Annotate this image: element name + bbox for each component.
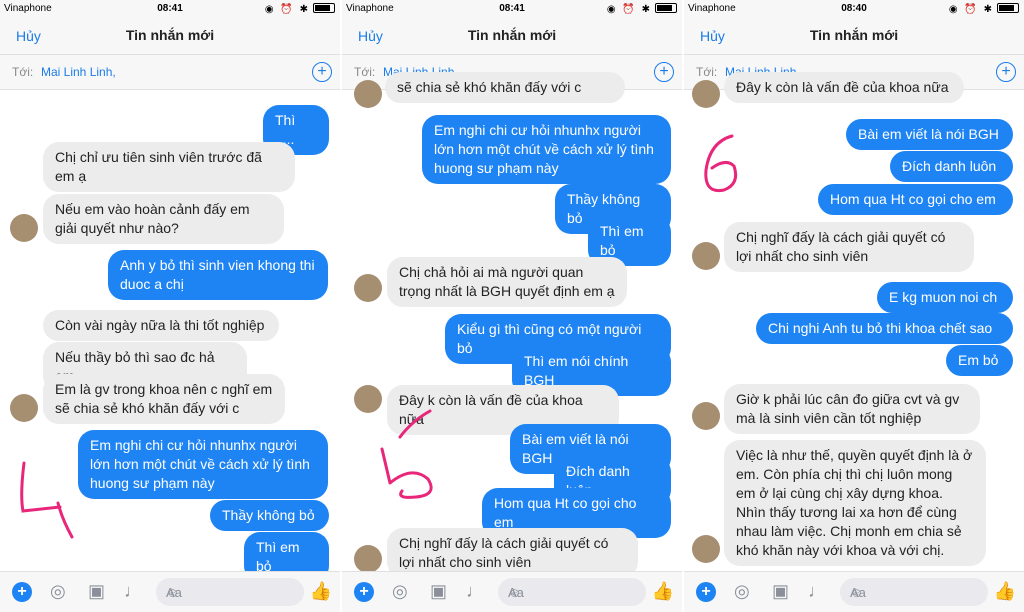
avatar[interactable] — [354, 385, 382, 413]
message-bubble[interactable]: Đích danh luôn — [890, 151, 1013, 182]
photo-icon[interactable]: ▣ — [430, 581, 447, 602]
camera-icon[interactable]: ◎ — [734, 581, 750, 602]
page-title: Tin nhắn mới — [809, 27, 899, 43]
avatar[interactable] — [692, 402, 720, 430]
message-bubble[interactable]: Chị nghĩ đấy là cách giải quyết có lợi n… — [724, 222, 974, 272]
composer-bar: + ◎ ▣ ♩ Aa ☺ 👍 — [684, 571, 1024, 612]
like-icon[interactable]: 👍 — [652, 581, 674, 602]
add-recipient-icon[interactable]: + — [312, 62, 332, 82]
avatar[interactable] — [692, 535, 720, 563]
status-bar: Vinaphone 08:41 ◉ ⏰ ✱ — [0, 0, 340, 18]
recipient-bar: Tới: Mai Linh Linh, + — [0, 55, 340, 90]
avatar[interactable] — [10, 214, 38, 242]
camera-icon[interactable]: ◎ — [50, 581, 66, 602]
message-bubble[interactable]: Việc là như thế, quyền quyết định là ở e… — [724, 440, 986, 566]
message-bubble[interactable]: Giờ k phải lúc cân đo giữa cvt và gv mà … — [724, 384, 980, 434]
page-title: Tin nhắn mới — [467, 27, 557, 43]
message-bubble[interactable]: Anh y bỏ thì sinh vien khong thi duoc a … — [108, 250, 328, 300]
avatar[interactable] — [354, 80, 382, 108]
message-input[interactable]: Aa ☺ — [498, 578, 646, 606]
microphone-icon[interactable]: ♩ — [808, 581, 826, 602]
to-label: Tới: — [12, 65, 34, 79]
message-bubble[interactable]: sẽ chia sẻ khó khăn đấy với c — [385, 72, 625, 103]
emoji-icon[interactable]: ☺ — [850, 585, 982, 600]
avatar[interactable] — [692, 80, 720, 108]
handwritten-number-4 — [20, 461, 74, 539]
to-label: Tới: — [354, 65, 376, 79]
message-bubble[interactable]: Đây k còn là vấn đề của khoa nữa — [724, 72, 964, 103]
composer-bar: + ◎ ▣ ♩ Aa ☺ 👍 — [0, 571, 340, 612]
message-bubble[interactable]: Em bỏ — [946, 345, 1013, 376]
message-bubble[interactable]: Nếu em vào hoàn cảnh đấy em giải quyết n… — [43, 194, 284, 244]
add-recipient-icon[interactable]: + — [996, 62, 1016, 82]
photo-icon[interactable]: ▣ — [772, 581, 789, 602]
avatar[interactable] — [10, 394, 38, 422]
nav-bar: Hủy Tin nhắn mới — [684, 18, 1024, 55]
chat-panel-1: Vinaphone 08:41 ◉ ⏰ ✱ Hủy Tin nhắn mới T… — [0, 0, 340, 612]
message-bubble[interactable]: Em nghi chi cư hỏi nhunhx người lớn hơn … — [78, 430, 328, 499]
microphone-icon[interactable]: ♩ — [124, 581, 142, 602]
like-icon[interactable]: 👍 — [310, 581, 332, 602]
recipient-name[interactable]: Mai Linh Linh, — [41, 65, 116, 79]
nav-bar: Hủy Tin nhắn mới — [342, 18, 682, 55]
message-input[interactable]: Aa ☺ — [840, 578, 988, 606]
emoji-icon[interactable]: ☺ — [508, 585, 640, 600]
message-bubble[interactable]: E kg muon noi ch — [877, 282, 1013, 313]
status-icons: ◉ ⏰ ✱ — [949, 3, 1019, 15]
avatar[interactable] — [354, 274, 382, 302]
composer-bar: + ◎ ▣ ♩ Aa ☺ 👍 — [342, 571, 682, 612]
message-bubble[interactable]: Hom qua Ht co gọi cho em — [818, 184, 1013, 215]
camera-icon[interactable]: ◎ — [392, 581, 408, 602]
battery-icon — [313, 3, 335, 13]
message-bubble[interactable]: Em nghi chi cư hỏi nhunhx người lớn hơn … — [422, 115, 671, 184]
message-bubble[interactable]: Chị chả hỏi ai mà người quan trọng nhất … — [387, 257, 627, 307]
message-bubble[interactable]: Em là gv trong khoa nên c nghĩ em sẽ chi… — [43, 374, 285, 424]
to-label: Tới: — [696, 65, 718, 79]
add-icon[interactable]: + — [696, 582, 716, 602]
message-bubble[interactable]: Bài em viết là nói BGH — [846, 119, 1013, 150]
message-bubble[interactable]: Chi nghi Anh tu bỏ thi khoa chết sao — [756, 313, 1013, 344]
emoji-icon[interactable]: ☺ — [166, 585, 298, 600]
status-bar: Vinaphone 08:41 ◉ ⏰ ✱ — [342, 0, 682, 18]
status-icons: ◉ ⏰ ✱ — [607, 3, 677, 15]
nav-bar: Hủy Tin nhắn mới — [0, 18, 340, 55]
like-icon[interactable]: 👍 — [994, 581, 1016, 602]
page-title: Tin nhắn mới — [125, 27, 215, 43]
status-icons: ◉ ⏰ ✱ — [265, 3, 335, 15]
message-input[interactable]: Aa ☺ — [156, 578, 304, 606]
message-bubble[interactable]: Còn vài ngày nữa là thi tốt nghiệp — [43, 310, 279, 341]
battery-icon — [655, 3, 677, 13]
avatar[interactable] — [692, 242, 720, 270]
handwritten-number-6 — [704, 134, 738, 193]
status-bar: Vinaphone 08:40 ◉ ⏰ ✱ — [684, 0, 1024, 18]
chat-panel-3: Vinaphone 08:40 ◉ ⏰ ✱ Hủy Tin nhắn mới T… — [684, 0, 1024, 612]
microphone-icon[interactable]: ♩ — [466, 581, 484, 602]
add-recipient-icon[interactable]: + — [654, 62, 674, 82]
chat-panel-2: Vinaphone 08:41 ◉ ⏰ ✱ Hủy Tin nhắn mới T… — [342, 0, 682, 612]
avatar[interactable] — [354, 545, 382, 573]
message-bubble[interactable]: Chị chỉ ưu tiên sinh viên trước đã em ạ — [43, 142, 295, 192]
add-icon[interactable]: + — [354, 582, 374, 602]
photo-icon[interactable]: ▣ — [88, 581, 105, 602]
add-icon[interactable]: + — [12, 582, 32, 602]
battery-icon — [997, 3, 1019, 13]
message-bubble[interactable]: Thầy không bỏ — [210, 500, 329, 531]
